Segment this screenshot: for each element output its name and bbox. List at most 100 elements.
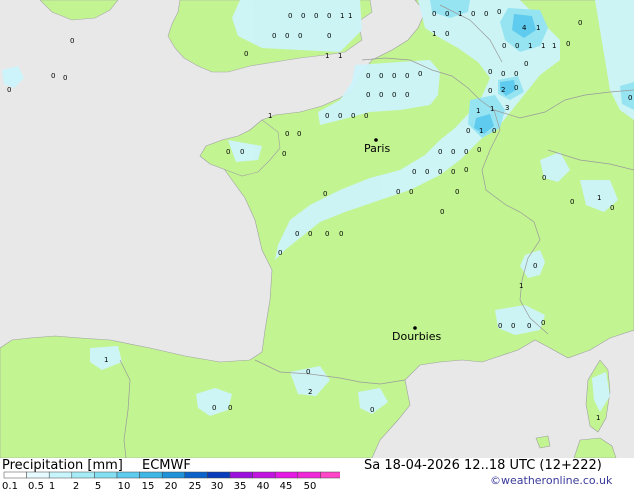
- svg-text:0: 0: [327, 12, 331, 20]
- svg-text:1: 1: [541, 42, 545, 50]
- svg-text:0: 0: [298, 32, 302, 40]
- legend-tick: 0.5: [28, 481, 44, 490]
- svg-text:0: 0: [366, 91, 370, 99]
- svg-text:1: 1: [458, 10, 462, 18]
- datetime-label: Sa 18-04-2026 12..18 UTC (12+222): [364, 458, 602, 473]
- svg-text:0: 0: [396, 188, 400, 196]
- legend-box: [116, 471, 140, 479]
- svg-text:0: 0: [570, 198, 574, 206]
- svg-text:1: 1: [340, 12, 344, 20]
- precipitation-map: 000011 0000 011 00 00 001000 1 04 10 001110…: [0, 0, 634, 458]
- svg-text:0: 0: [7, 86, 11, 94]
- legend-tick: 20: [165, 481, 178, 490]
- svg-text:0: 0: [323, 190, 327, 198]
- svg-text:0: 0: [240, 148, 244, 156]
- svg-text:0: 0: [327, 32, 331, 40]
- svg-text:0: 0: [301, 12, 305, 20]
- svg-text:0: 0: [405, 72, 409, 80]
- svg-text:1: 1: [519, 282, 523, 290]
- svg-text:1: 1: [552, 42, 556, 50]
- svg-text:1: 1: [268, 112, 272, 120]
- color-legend: 0.1 0.5 1 2 5 10 15 20 25 30 35 40 45 50: [2, 471, 340, 490]
- legend-box: [320, 471, 340, 479]
- legend-tick: 10: [118, 481, 131, 490]
- svg-text:0: 0: [477, 146, 481, 154]
- legend-tick: 45: [280, 481, 293, 490]
- svg-text:0: 0: [392, 72, 396, 80]
- svg-text:0: 0: [226, 148, 230, 156]
- legend-tick: 25: [189, 481, 202, 490]
- svg-text:2: 2: [308, 388, 312, 396]
- legend-tick: 50: [304, 481, 317, 490]
- svg-text:0: 0: [451, 168, 455, 176]
- legend-box: [26, 471, 50, 479]
- svg-text:0: 0: [488, 87, 492, 95]
- svg-text:0: 0: [285, 130, 289, 138]
- svg-text:0: 0: [533, 262, 537, 270]
- svg-text:0: 0: [370, 406, 374, 414]
- svg-text:0: 0: [306, 368, 310, 376]
- svg-text:0: 0: [364, 112, 368, 120]
- legend-box: [297, 471, 321, 479]
- legend-tick: 2: [73, 481, 79, 490]
- svg-text:0: 0: [418, 70, 422, 78]
- svg-text:0: 0: [379, 91, 383, 99]
- legend-box: [94, 471, 118, 479]
- svg-text:0: 0: [314, 12, 318, 20]
- svg-text:1: 1: [479, 127, 483, 135]
- svg-text:0: 0: [628, 94, 632, 102]
- svg-text:0: 0: [51, 72, 55, 80]
- svg-text:0: 0: [464, 148, 468, 156]
- legend-tick: 0.1: [2, 481, 18, 490]
- svg-text:1: 1: [104, 356, 108, 364]
- svg-text:0: 0: [285, 32, 289, 40]
- svg-text:2: 2: [501, 86, 505, 94]
- legend-box: [229, 471, 253, 479]
- svg-text:0: 0: [379, 72, 383, 80]
- city-label-dourbies: Dourbies: [392, 330, 442, 343]
- svg-text:0: 0: [392, 91, 396, 99]
- legend-box: [139, 471, 163, 479]
- svg-text:0: 0: [445, 30, 449, 38]
- legend-tick: 35: [234, 481, 247, 490]
- svg-text:0: 0: [438, 148, 442, 156]
- svg-text:0: 0: [70, 37, 74, 45]
- svg-text:0: 0: [308, 230, 312, 238]
- svg-text:0: 0: [566, 40, 570, 48]
- svg-text:4: 4: [522, 24, 527, 32]
- legend-box: [184, 471, 208, 479]
- svg-text:0: 0: [466, 127, 470, 135]
- legend-box: [48, 471, 73, 479]
- svg-text:0: 0: [511, 322, 515, 330]
- svg-text:1: 1: [432, 30, 436, 38]
- svg-text:0: 0: [455, 188, 459, 196]
- svg-text:0: 0: [297, 130, 301, 138]
- svg-text:0: 0: [272, 32, 276, 40]
- svg-text:0: 0: [515, 42, 519, 50]
- svg-text:3: 3: [505, 104, 509, 112]
- legend-tick: 30: [211, 481, 224, 490]
- svg-text:0: 0: [514, 70, 518, 78]
- legend-color-boxes: [3, 471, 340, 479]
- svg-text:0: 0: [212, 404, 216, 412]
- svg-text:0: 0: [488, 68, 492, 76]
- svg-text:0: 0: [498, 322, 502, 330]
- svg-text:0: 0: [366, 72, 370, 80]
- svg-text:1: 1: [528, 42, 532, 50]
- svg-text:0: 0: [412, 168, 416, 176]
- svg-text:0: 0: [464, 166, 468, 174]
- svg-text:0: 0: [432, 10, 436, 18]
- svg-text:0: 0: [425, 168, 429, 176]
- svg-text:1: 1: [476, 107, 480, 115]
- legend-tick: 15: [142, 481, 155, 490]
- svg-text:0: 0: [288, 12, 292, 20]
- svg-text:0: 0: [405, 91, 409, 99]
- svg-text:0: 0: [228, 404, 232, 412]
- legend-box: [274, 471, 299, 479]
- svg-text:0: 0: [610, 204, 614, 212]
- weather-map-frame: 000011 0000 011 0000 001000 10410 001110…: [0, 0, 634, 490]
- svg-text:1: 1: [596, 414, 600, 422]
- svg-text:0: 0: [497, 8, 501, 16]
- legend-tick: 1: [49, 481, 55, 490]
- svg-text:0: 0: [282, 150, 286, 158]
